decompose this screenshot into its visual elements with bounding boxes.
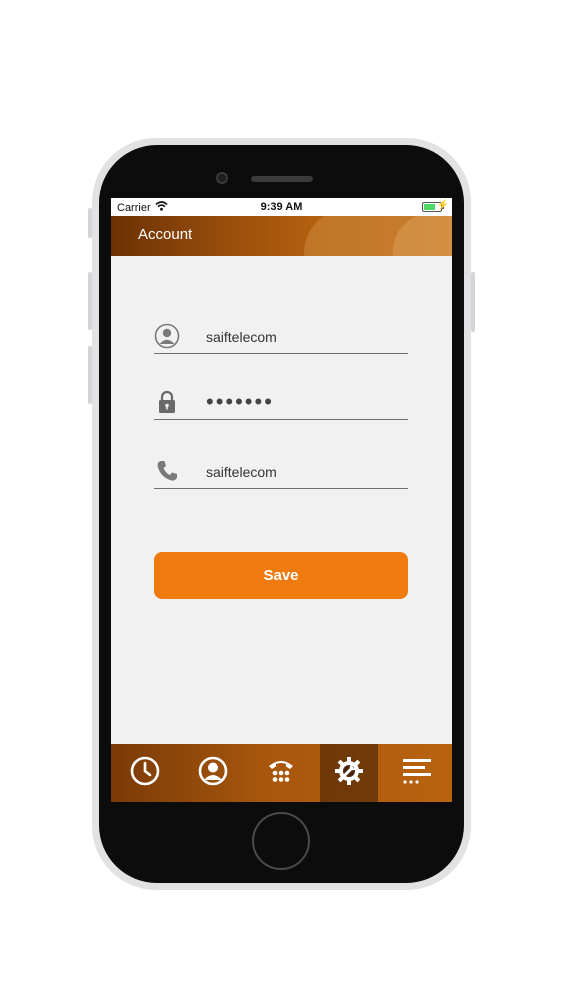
password-value: ••••••• (206, 389, 274, 414)
user-icon (198, 756, 228, 791)
tab-settings[interactable] (320, 744, 378, 802)
navigation-bar: Account (111, 216, 452, 256)
volume-down-button (88, 346, 92, 404)
earpiece-speaker (251, 176, 313, 182)
power-button (471, 272, 475, 332)
app-screen: Carrier 9:39 AM ⚡ Account saiftelecom ••… (111, 198, 452, 802)
page-title: Account (138, 226, 193, 243)
tab-dialpad[interactable] (252, 744, 310, 802)
mute-switch (88, 208, 92, 238)
front-camera (216, 172, 228, 184)
lock-icon (154, 389, 180, 415)
save-button[interactable]: Save (154, 552, 408, 599)
user-icon (154, 323, 180, 349)
volume-up-button (88, 272, 92, 330)
phone-value: saiftelecom (206, 464, 277, 480)
tab-contacts[interactable] (184, 744, 242, 802)
username-field[interactable]: saiftelecom (154, 319, 408, 354)
phone-field[interactable]: saiftelecom (154, 454, 408, 489)
home-button[interactable] (252, 812, 310, 870)
username-value: saiftelecom (206, 329, 277, 345)
clock-icon (130, 756, 160, 791)
charging-icon: ⚡ (436, 200, 449, 211)
settings-icon (333, 755, 365, 792)
status-time: 9:39 AM (260, 201, 303, 213)
tab-bar (111, 744, 452, 802)
tab-history[interactable] (116, 744, 174, 802)
tab-menu[interactable] (388, 744, 446, 802)
phone-icon (154, 458, 180, 484)
dialpad-icon (266, 756, 296, 791)
password-field[interactable]: ••••••• (154, 385, 408, 420)
status-bar: Carrier 9:39 AM ⚡ (111, 198, 452, 216)
menu-icon (401, 756, 433, 791)
